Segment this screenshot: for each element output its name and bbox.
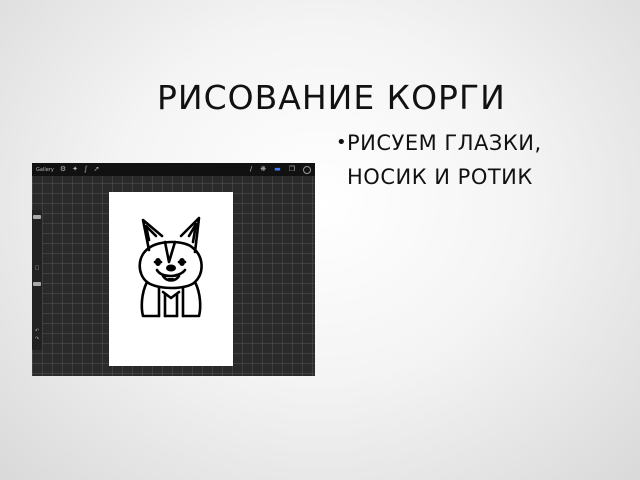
corgi-drawing-icon (138, 216, 203, 318)
wrench-icon[interactable]: ⚙ (60, 163, 66, 176)
drawing-canvas[interactable] (109, 192, 233, 366)
transform-arrow-icon[interactable]: ➚ (94, 163, 100, 176)
brush-icon[interactable]: ∕ (250, 163, 252, 176)
eraser-icon[interactable]: ▬ (274, 163, 281, 176)
bullet-item: • РИСУЕМ ГЛАЗКИ, НОСИК И РОТИК (336, 126, 626, 194)
bullet-line-2: НОСИК И РОТИК (347, 165, 533, 189)
color-swatch-icon[interactable] (303, 165, 311, 174)
bullet-list: • РИСУЕМ ГЛАЗКИ, НОСИК И РОТИК (336, 126, 626, 194)
brush-size-slider[interactable] (33, 215, 41, 219)
app-sidebar: □ ↶ ↷ (32, 210, 42, 350)
toolbar-right: ∕ ❋ ▬ ❐ (242, 163, 311, 176)
layers-icon[interactable]: ❐ (289, 163, 295, 176)
slide-title: РИСОВАНИЕ КОРГИ (157, 78, 506, 117)
redo-icon[interactable]: ↷ (33, 336, 41, 342)
procreate-screenshot: Gallery ⚙ ✦ ∫ ➚ ∕ ❋ ▬ ❐ □ ↶ ↷ (32, 163, 315, 376)
bullet-line-1: РИСУЕМ ГЛАЗКИ, (347, 131, 542, 155)
bullet-text: РИСУЕМ ГЛАЗКИ, НОСИК И РОТИК (346, 126, 542, 194)
bullet-dot-icon: • (336, 132, 348, 153)
opacity-slider[interactable] (33, 282, 41, 286)
selection-icon[interactable]: ∫ (84, 163, 88, 176)
magic-wand-icon[interactable]: ✦ (72, 163, 78, 176)
smudge-icon[interactable]: ❋ (260, 163, 266, 176)
gallery-button[interactable]: Gallery (36, 167, 54, 173)
undo-icon[interactable]: ↶ (33, 328, 41, 334)
modify-button[interactable]: □ (33, 265, 41, 271)
app-toolbar: Gallery ⚙ ✦ ∫ ➚ ∕ ❋ ▬ ❐ (32, 163, 315, 176)
